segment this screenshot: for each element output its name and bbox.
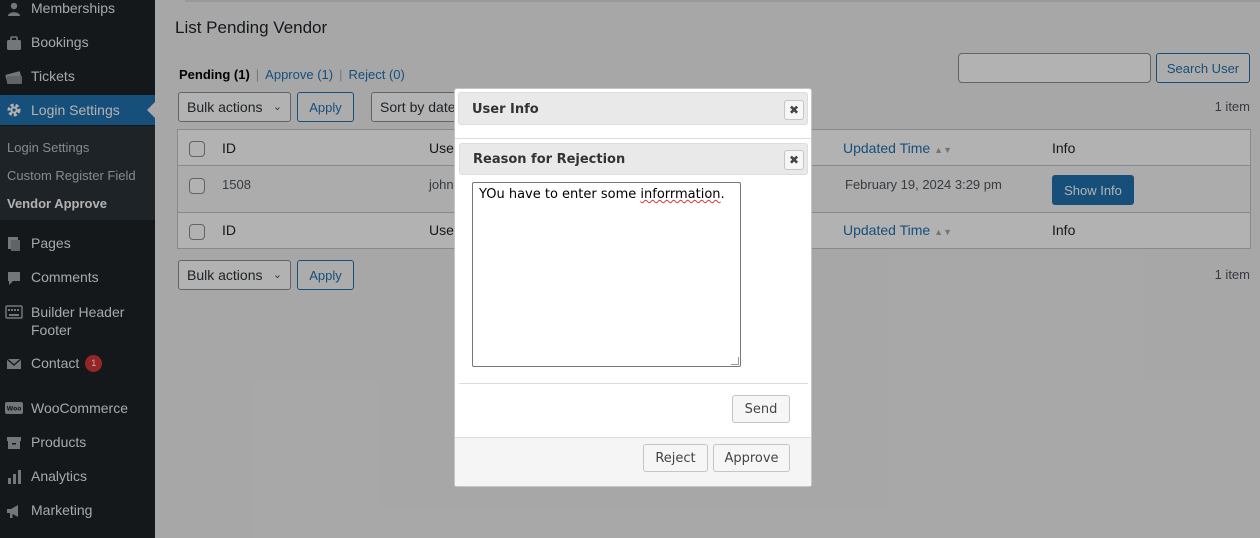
reject-button[interactable]: Reject (643, 444, 708, 472)
rejection-title: Reason for Rejection (473, 152, 626, 167)
dialog-button-pane: Reject Approve (455, 437, 811, 486)
close-icon[interactable]: ✖ (784, 150, 804, 170)
rejection-titlebar[interactable]: Reason for Rejection ✖ (459, 143, 808, 175)
resize-handle[interactable] (731, 357, 739, 365)
send-button[interactable]: Send (732, 395, 790, 423)
approve-button[interactable]: Approve (713, 444, 790, 472)
inner-divider (459, 383, 808, 384)
user-info-titlebar[interactable]: User Info ✖ (458, 92, 808, 125)
dialog-divider (455, 138, 811, 139)
close-icon[interactable]: ✖ (784, 100, 804, 120)
user-info-title: User Info (472, 102, 539, 117)
user-info-dialog: User Info ✖ Reason for Rejection ✖ YOu h… (454, 88, 812, 487)
rejection-reason-textarea[interactable]: YOu have to enter some inforrmation. (472, 182, 741, 367)
